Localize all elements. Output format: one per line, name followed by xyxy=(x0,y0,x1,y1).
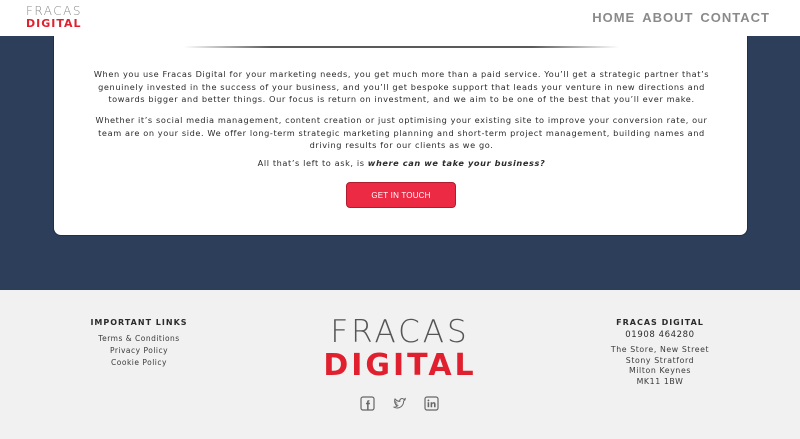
get-in-touch-button[interactable]: GET IN TOUCH xyxy=(346,182,456,208)
footer-logo-fracas: FRACAS xyxy=(330,314,470,350)
footer-logo: FRACAS DIGITAL xyxy=(320,316,480,386)
intro-paragraph-1: When you use Fracas Digital for your mar… xyxy=(93,69,710,104)
address-line: Stony Stratford xyxy=(625,355,695,365)
footer-logo-digital: DIGITAL xyxy=(323,348,477,383)
company-phone[interactable]: 01908 464280 xyxy=(596,329,724,342)
intro-paragraph-2: Whether it’s social media management, co… xyxy=(95,115,708,150)
intro-card: When you use Fracas Digital for your mar… xyxy=(53,36,748,236)
logo-word-fracas: FRACAS xyxy=(26,4,82,18)
logo-word-digital: DIGITAL xyxy=(26,17,82,30)
site-footer: IMPORTANT LINKS Terms & Conditions Priva… xyxy=(0,290,800,439)
header-logo[interactable]: FRACAS DIGITAL xyxy=(26,5,86,31)
terms-link[interactable]: Terms & Conditions xyxy=(80,333,198,345)
privacy-link[interactable]: Privacy Policy xyxy=(80,345,198,357)
company-title: FRACAS DIGITAL xyxy=(616,318,704,327)
address-line: MK11 1BW xyxy=(636,376,684,386)
main-nav: HOME ABOUT CONTACT xyxy=(592,10,770,25)
nav-about[interactable]: ABOUT xyxy=(642,10,693,25)
twitter-icon[interactable] xyxy=(392,396,407,411)
cookie-link[interactable]: Cookie Policy xyxy=(80,357,198,369)
important-links: IMPORTANT LINKS Terms & Conditions Priva… xyxy=(80,318,198,369)
closing-line: All that’s left to ask, is where can we … xyxy=(84,157,719,170)
nav-contact[interactable]: CONTACT xyxy=(700,10,770,25)
section-divider xyxy=(184,46,619,48)
social-links xyxy=(360,396,439,411)
nav-home[interactable]: HOME xyxy=(592,10,635,25)
site-header: FRACAS DIGITAL HOME ABOUT CONTACT xyxy=(0,0,800,36)
address-line: Milton Keynes xyxy=(628,366,692,375)
address-line: The Store, New Street xyxy=(610,345,710,354)
linkedin-icon[interactable] xyxy=(424,396,439,411)
closing-emphasis: where can we take your business? xyxy=(367,158,546,168)
company-details: FRACAS DIGITAL 01908 464280 The Store, N… xyxy=(596,318,724,387)
important-links-title: IMPORTANT LINKS xyxy=(90,318,188,327)
facebook-icon[interactable] xyxy=(360,396,375,411)
closing-prefix: All that’s left to ask, is xyxy=(257,158,368,168)
